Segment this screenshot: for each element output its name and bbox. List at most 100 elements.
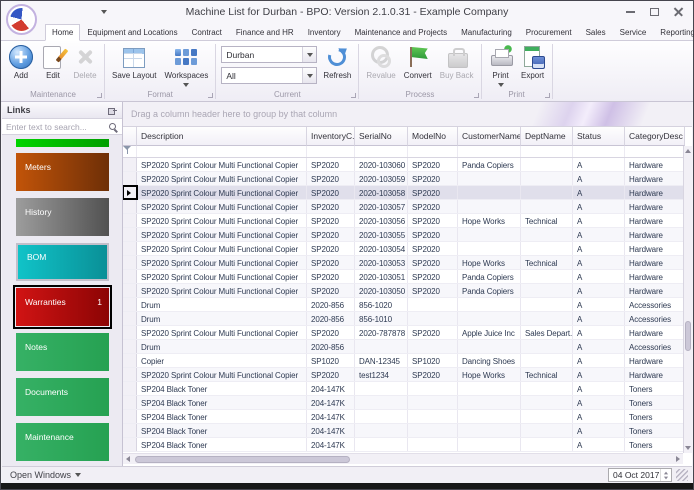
table-row[interactable]: SP2020 Sprint Colour Multi Functional Co… bbox=[123, 214, 692, 228]
workspaces-button[interactable]: Workspaces bbox=[160, 43, 212, 87]
grid-cell[interactable]: SP204 Black Toner bbox=[137, 424, 307, 437]
grid-cell[interactable] bbox=[408, 340, 458, 353]
grid-cell[interactable] bbox=[458, 438, 521, 451]
grid-cell[interactable]: SP204 Black Toner bbox=[137, 410, 307, 423]
grid-cell[interactable]: A bbox=[573, 326, 625, 339]
grid-cell[interactable]: DAN-12345 bbox=[355, 354, 408, 367]
revalue-button[interactable]: Revalue bbox=[362, 43, 399, 80]
selected-row-indicator[interactable] bbox=[123, 186, 137, 199]
grid-cell[interactable]: Hardware bbox=[625, 172, 685, 185]
grid-cell[interactable] bbox=[521, 438, 573, 451]
row-indicator[interactable] bbox=[123, 228, 137, 241]
table-row[interactable]: SP2020 Sprint Colour Multi Functional Co… bbox=[123, 256, 692, 270]
pin-icon[interactable] bbox=[108, 106, 117, 115]
convert-button[interactable]: Convert bbox=[400, 43, 436, 80]
row-indicator[interactable] bbox=[123, 256, 137, 269]
table-row[interactable]: SP204 Black Toner204-147KAToners bbox=[123, 396, 692, 410]
tab-manufacturing[interactable]: Manufacturing bbox=[454, 24, 519, 40]
filter-cell[interactable] bbox=[458, 146, 521, 157]
grid-cell[interactable]: A bbox=[573, 172, 625, 185]
grid-cell[interactable] bbox=[458, 396, 521, 409]
grid-cell[interactable]: SP2020 bbox=[408, 186, 458, 199]
grid-cell[interactable]: 2020-103057 bbox=[355, 200, 408, 213]
grid-cell[interactable]: SP2020 bbox=[408, 228, 458, 241]
column-header-customername[interactable]: CustomerName bbox=[458, 127, 521, 146]
grid-cell[interactable]: 856-1010 bbox=[355, 312, 408, 325]
grid-cell[interactable]: A bbox=[573, 396, 625, 409]
grid-cell[interactable]: SP204 Black Toner bbox=[137, 438, 307, 451]
grid-cell[interactable]: 2020-856 bbox=[307, 298, 355, 311]
row-indicator[interactable] bbox=[123, 214, 137, 227]
table-row[interactable]: SP2020 Sprint Colour Multi Functional Co… bbox=[123, 368, 692, 382]
row-indicator[interactable] bbox=[123, 298, 137, 311]
tab-home[interactable]: Home bbox=[45, 24, 80, 41]
grid-cell[interactable] bbox=[458, 424, 521, 437]
grid-cell[interactable] bbox=[458, 228, 521, 241]
grid-cell[interactable]: SP2020 bbox=[408, 158, 458, 171]
row-indicator[interactable] bbox=[123, 312, 137, 325]
grid-cell[interactable]: Hardware bbox=[625, 284, 685, 297]
table-row[interactable]: SP204 Black Toner204-147KAToners bbox=[123, 438, 692, 452]
column-header-inventoryc[interactable]: InventoryC... bbox=[307, 127, 355, 146]
row-indicator[interactable] bbox=[123, 158, 137, 171]
grid-cell[interactable]: SP2020 bbox=[408, 326, 458, 339]
grid-cell[interactable]: A bbox=[573, 186, 625, 199]
row-indicator[interactable] bbox=[123, 424, 137, 437]
status-combo-dropdown[interactable] bbox=[302, 68, 316, 83]
grid-cell[interactable]: Hardware bbox=[625, 214, 685, 227]
table-row[interactable]: SP2020 Sprint Colour Multi Functional Co… bbox=[123, 326, 692, 340]
grid-cell[interactable]: Hardware bbox=[625, 200, 685, 213]
grid-cell[interactable]: 2020-103050 bbox=[355, 284, 408, 297]
grid-cell[interactable]: A bbox=[573, 228, 625, 241]
grid-cell[interactable]: 2020-103060 bbox=[355, 158, 408, 171]
tab-finance-and-hr[interactable]: Finance and HR bbox=[229, 24, 301, 40]
grid-cell[interactable]: Panda Copiers bbox=[458, 284, 521, 297]
grid-cell[interactable]: Hardware bbox=[625, 186, 685, 199]
row-indicator[interactable] bbox=[123, 172, 137, 185]
column-header-deptname[interactable]: DeptName bbox=[521, 127, 573, 146]
grid-cell[interactable]: A bbox=[573, 438, 625, 451]
table-row[interactable]: Drum2020-856856-1020AAccessories bbox=[123, 298, 692, 312]
grid-cell[interactable] bbox=[521, 242, 573, 255]
row-indicator[interactable] bbox=[123, 340, 137, 353]
grid-cell[interactable] bbox=[355, 382, 408, 395]
filter-cell[interactable] bbox=[521, 146, 573, 157]
status-filter-combo[interactable]: All bbox=[221, 67, 317, 84]
grid-cell[interactable]: SP2020 bbox=[307, 186, 355, 199]
sidebar-item-meters[interactable]: Meters bbox=[16, 153, 109, 191]
grid-cell[interactable]: SP2020 bbox=[307, 270, 355, 283]
grid-cell[interactable] bbox=[458, 312, 521, 325]
table-row[interactable]: SP2020 Sprint Colour Multi Functional Co… bbox=[123, 172, 692, 186]
sidebar-item-bom[interactable]: BOM bbox=[16, 243, 109, 281]
tab-equipment-and-locations[interactable]: Equipment and Locations bbox=[80, 24, 184, 40]
table-row[interactable]: SP2020 Sprint Colour Multi Functional Co… bbox=[123, 242, 692, 256]
grid-cell[interactable]: Drum bbox=[137, 298, 307, 311]
table-row[interactable]: SP204 Black Toner204-147KAToners bbox=[123, 382, 692, 396]
row-indicator[interactable] bbox=[123, 284, 137, 297]
grid-cell[interactable]: 204-147K bbox=[307, 438, 355, 451]
grid-cell[interactable] bbox=[521, 186, 573, 199]
table-row[interactable]: SP204 Black Toner204-147KAToners bbox=[123, 410, 692, 424]
grid-cell[interactable] bbox=[408, 424, 458, 437]
branch-combo-dropdown[interactable] bbox=[302, 47, 316, 62]
group-by-panel[interactable]: Drag a column header here to group by th… bbox=[123, 102, 692, 127]
grid-cell[interactable]: SP2020 Sprint Colour Multi Functional Co… bbox=[137, 186, 307, 199]
grid-cell[interactable]: Toners bbox=[625, 382, 685, 395]
row-indicator[interactable] bbox=[123, 326, 137, 339]
grid-cell[interactable]: SP2020 bbox=[307, 158, 355, 171]
grid-cell[interactable]: SP2020 bbox=[408, 270, 458, 283]
tab-inventory[interactable]: Inventory bbox=[301, 24, 348, 40]
grid-cell[interactable]: A bbox=[573, 214, 625, 227]
maximize-button[interactable] bbox=[642, 3, 666, 20]
grid-cell[interactable]: 204-147K bbox=[307, 424, 355, 437]
grid-cell[interactable]: Hardware bbox=[625, 242, 685, 255]
grid-cell[interactable] bbox=[408, 382, 458, 395]
grid-cell[interactable] bbox=[521, 298, 573, 311]
scroll-left-icon[interactable] bbox=[126, 456, 130, 462]
grid-cell[interactable]: 2020-787878 bbox=[355, 326, 408, 339]
grid-cell[interactable] bbox=[521, 270, 573, 283]
grid-cell[interactable]: SP2020 bbox=[307, 284, 355, 297]
grid-cell[interactable]: SP2020 bbox=[408, 368, 458, 381]
grid-cell[interactable] bbox=[408, 298, 458, 311]
tab-maintenance-and-projects[interactable]: Maintenance and Projects bbox=[348, 24, 455, 40]
